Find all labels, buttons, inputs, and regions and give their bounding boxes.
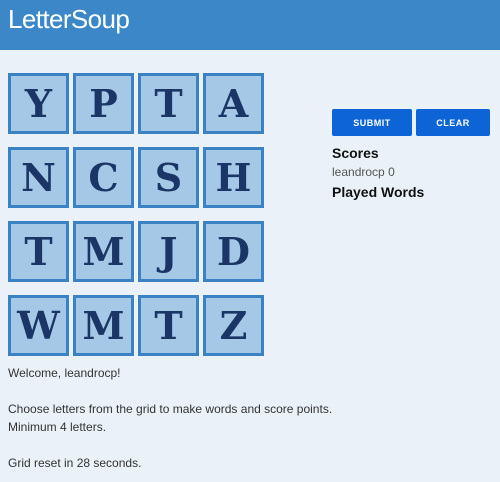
letter-tile[interactable]: H [203,147,264,208]
scores-heading: Scores [332,145,379,161]
letter-tile[interactable]: W [8,295,69,356]
app-header: LetterSoup [0,0,500,50]
letter-tile[interactable]: A [203,73,264,134]
letter-tile[interactable]: J [138,221,199,282]
score-player: leandrocp [332,165,385,179]
letter-tile[interactable]: C [73,147,134,208]
letter-tile[interactable]: M [73,221,134,282]
instructions-text: Choose letters from the grid to make wor… [8,402,333,416]
letter-tile[interactable]: T [138,295,199,356]
letter-tile[interactable]: T [138,73,199,134]
letter-tile[interactable]: D [203,221,264,282]
letter-grid: Y P T A N C S H T M J D W M T Z [8,73,264,357]
letter-tile[interactable]: Z [203,295,264,356]
app-title: LetterSoup [8,4,130,34]
score-entry: leandrocp 0 [332,165,395,179]
letter-tile[interactable]: N [8,147,69,208]
score-value: 0 [388,165,395,179]
played-words-heading: Played Words [332,184,425,200]
letter-tile[interactable]: S [138,147,199,208]
letter-tile[interactable]: T [8,221,69,282]
letter-tile[interactable]: Y [8,73,69,134]
clear-button[interactable]: CLEAR [416,109,490,136]
welcome-message: Welcome, leandrocp! [8,366,121,380]
letter-tile[interactable]: P [73,73,134,134]
letter-tile[interactable]: M [73,295,134,356]
reset-timer-text: Grid reset in 28 seconds. [8,456,142,470]
submit-button[interactable]: SUBMIT [332,109,412,136]
minimum-letters-text: Minimum 4 letters. [8,420,107,434]
